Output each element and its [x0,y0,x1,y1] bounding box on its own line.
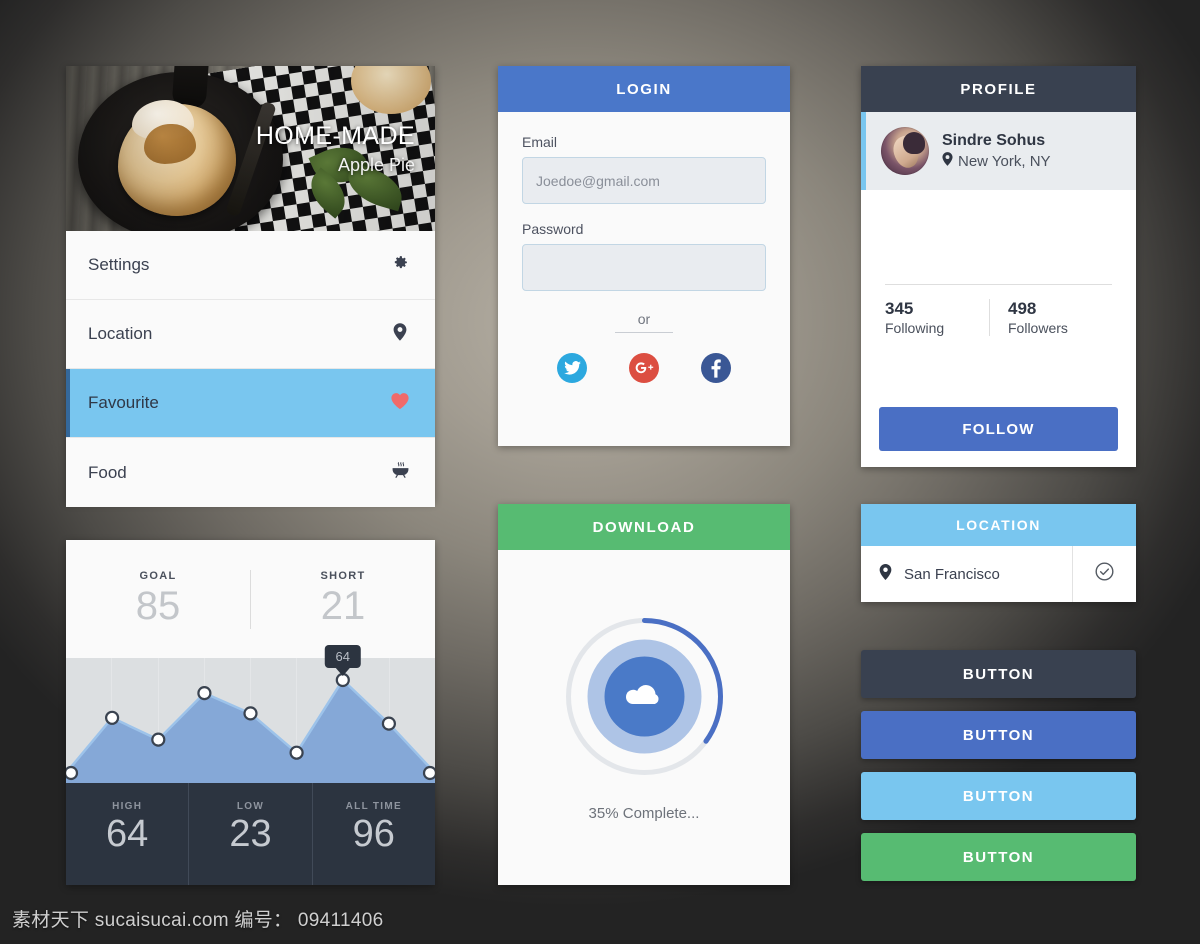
menu-item-label: Location [88,324,153,343]
login-form: Email Password or [498,112,790,403]
confirm-location-button[interactable] [1072,546,1136,602]
download-card-header: DOWNLOAD [498,504,790,550]
download-progress-ring [562,614,727,779]
check-circle-icon [1094,561,1115,587]
footer-value: 23 [229,813,272,855]
button-dark[interactable]: BUTTON [861,650,1136,698]
avatar [881,127,929,175]
email-field[interactable] [522,157,766,204]
menu-item-label: Favourite [88,393,159,412]
download-body: 35% Complete... [498,550,790,885]
cloud-icon [624,682,664,710]
avatar-hair [903,132,925,154]
watermark: 素材天下 sucaisucai.com 编号： 09411406 [12,910,384,931]
footer-label: ALL TIME [345,801,402,812]
download-status-text: 35% Complete... [588,804,700,822]
googleplus-icon[interactable] [629,353,659,383]
stats-row: 345 Following 498 Followers [885,299,1112,336]
stats-footer: HIGH 64 LOW 23 ALL TIME 96 [66,783,435,885]
or-label: or [637,311,651,327]
kpi-label: GOAL [139,569,177,582]
follow-button[interactable]: FOLLOW [879,407,1118,451]
stats-divider [885,284,1112,285]
location-card-header: LOCATION [861,504,1136,546]
hero-caption: HOME-MADE Apple Pie [256,122,415,176]
footer-value: 64 [106,813,149,855]
menu-item-food[interactable]: Food [66,438,435,507]
profile-location-label: New York, NY [958,152,1051,170]
footer-low: LOW 23 [188,783,311,885]
ui-kit-stage: HOME-MADE Apple Pie Settings Location Fa… [0,0,1200,944]
stat-value: 345 [885,299,914,318]
menu-item-settings[interactable]: Settings [66,231,435,300]
menu-item-location[interactable]: Location [66,300,435,369]
menu-card: HOME-MADE Apple Pie Settings Location Fa… [66,66,435,507]
profile-card-header: PROFILE [861,66,1136,112]
kpi-value: 85 [135,583,181,628]
hotpot-icon [387,461,413,485]
stat-label: Following [885,320,945,336]
menu-hero: HOME-MADE Apple Pie [66,66,435,231]
stat-following: 345 Following [885,299,990,336]
kpi-label: SHORT [320,569,366,582]
password-field[interactable] [522,244,766,291]
location-city-label: San Francisco [904,565,1000,583]
twitter-icon[interactable] [557,353,587,383]
login-card: LOGIN Email Password or [498,66,790,446]
stat-label: Followers [1008,320,1068,336]
heart-icon [387,392,413,415]
chart-tooltip: 64 [324,644,361,668]
pin-icon [942,152,953,170]
menu-item-favourite[interactable]: Favourite [66,369,435,438]
field-spacer [522,204,766,221]
stats-chart-card: GOAL 85 SHORT 21 64 HIGH 64 LOW 23 ALL T… [66,540,435,885]
pin-icon [879,563,892,585]
gear-icon [387,254,413,276]
profile-name: Sindre Sohus [942,132,1046,149]
facebook-icon[interactable] [701,353,731,383]
follow-button-wrap: FOLLOW [879,407,1118,451]
email-label: Email [522,134,558,150]
login-card-header: LOGIN [498,66,790,112]
location-body: San Francisco [861,546,1136,602]
kpi-value: 21 [320,583,366,628]
location-value-row[interactable]: San Francisco [861,546,1072,602]
profile-card: PROFILE Sindre Sohus New York, NY 345 Fo… [861,66,1136,467]
menu-item-label: Food [88,462,127,482]
footer-alltime: ALL TIME 96 [311,783,435,885]
footer-value: 96 [352,813,395,855]
or-divider: or [522,311,766,333]
download-card: DOWNLOAD 35% Complete... [498,504,790,885]
kpi-goal: GOAL 85 [66,569,251,629]
button-blue[interactable]: BUTTON [861,711,1136,759]
button-light[interactable]: BUTTON [861,772,1136,820]
profile-identity-row: Sindre Sohus New York, NY [861,112,1136,190]
social-login-row [522,353,766,383]
footer-label: LOW [236,801,265,812]
footer-label: HIGH [112,801,143,812]
menu-item-label: Settings [88,255,150,274]
password-label: Password [522,221,584,237]
profile-location: New York, NY [942,152,1051,170]
button-green[interactable]: BUTTON [861,833,1136,881]
location-card: LOCATION San Francisco [861,504,1136,602]
hero-subtitle: Apple Pie [337,155,415,175]
footer-high: HIGH 64 [66,783,188,885]
profile-stats: 345 Following 498 Followers [861,284,1136,336]
kpi-short: SHORT 21 [251,570,435,629]
hero-title: HOME-MADE [255,122,415,150]
stat-followers: 498 Followers [990,299,1112,336]
pin-icon [387,322,413,346]
profile-meta: Sindre Sohus New York, NY [942,132,1051,170]
kpi-row: GOAL 85 SHORT 21 [66,540,435,658]
or-rule [615,332,673,333]
stat-value: 498 [1008,299,1037,318]
chart-markers [66,672,435,781]
area-chart: 64 [66,644,435,783]
